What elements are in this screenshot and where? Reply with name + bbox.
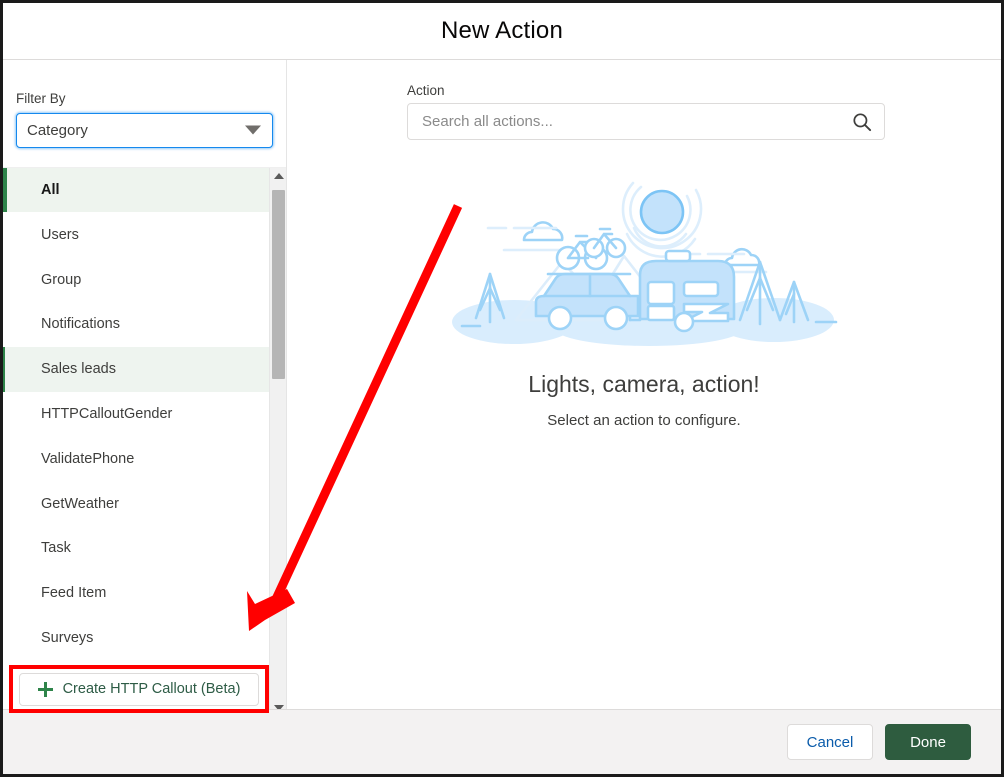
triangle-up-icon [273,173,284,180]
category-item-label: Sales leads [41,361,116,378]
category-item-label: HTTPCalloutGender [41,405,173,422]
category-item-label: Feed Item [41,585,107,602]
modal-footer: Cancel Done [3,709,1001,774]
category-item-validatephone[interactable]: ValidatePhone [3,436,269,482]
category-item-label: GetWeather [41,495,119,512]
filter-block: Filter By Category [3,60,286,148]
create-http-callout-button[interactable]: Create HTTP Callout (Beta) [19,672,259,706]
action-search-box[interactable] [407,103,885,140]
category-item-label: Surveys [41,629,94,646]
search-input[interactable] [422,113,844,130]
category-item-notifications[interactable]: Notifications [3,301,269,347]
scrollbar-thumb[interactable] [272,189,285,379]
empty-state-title: Lights, camera, action! [528,371,760,397]
camping-road-trip-illustration: .ln { fill:none; stroke:#9dd3f7; stroke-… [452,181,838,346]
cancel-button[interactable]: Cancel [787,724,873,760]
category-item-group[interactable]: Group [3,257,269,302]
new-action-modal: New Action Filter By Category All Users … [0,0,1004,777]
category-item-label: ValidatePhone [41,450,135,467]
done-button[interactable]: Done [885,724,971,760]
category-item-httpcalloutgender[interactable]: HTTPCalloutGender [3,391,269,437]
category-item-label: Notifications [41,316,120,333]
modal-header: New Action [3,3,1001,60]
category-item-label: Task [41,540,71,557]
category-list-scrollbar[interactable] [269,167,286,716]
category-item-users[interactable]: Users [3,212,269,258]
category-item-task[interactable]: Task [3,525,269,571]
page-title: New Action [440,17,564,44]
annotation-highlight-box: Create HTTP Callout (Beta) [9,665,269,713]
category-list[interactable]: All Users Group Notifications Sales lead… [3,167,269,716]
filter-by-value: Category [27,121,88,139]
empty-state-subtitle: Select an action to configure. [547,412,741,429]
plus-icon [37,681,53,697]
category-item-label: All [41,181,60,198]
category-item-label: Group [41,271,82,288]
create-http-callout-label: Create HTTP Callout (Beta) [62,681,241,697]
chevron-down-icon [245,125,261,135]
filter-by-label: Filter By [16,91,66,106]
done-button-label: Done [910,733,946,751]
search-icon[interactable] [852,112,872,132]
action-label: Action [407,83,445,98]
empty-state: .ln { fill:none; stroke:#9dd3f7; stroke-… [287,170,1001,429]
category-item-surveys[interactable]: Surveys [3,615,269,661]
modal-body: Filter By Category All Users Group Notif… [3,60,1001,716]
scroll-up-button[interactable] [270,167,286,185]
filter-by-select[interactable]: Category [16,112,273,148]
action-panel: Action .ln { fill:none; strok [287,60,1001,716]
category-item-all[interactable]: All [3,167,269,213]
category-item-feed-item[interactable]: Feed Item [3,570,269,616]
action-field: Action [287,83,1001,140]
category-list-wrapper: All Users Group Notifications Sales lead… [3,166,286,716]
cancel-button-label: Cancel [806,733,854,751]
category-item-getweather[interactable]: GetWeather [3,481,269,526]
filter-sidebar: Filter By Category All Users Group Notif… [3,60,287,716]
category-item-sales-leads[interactable]: Sales leads [3,346,269,392]
category-item-label: Users [41,226,79,243]
